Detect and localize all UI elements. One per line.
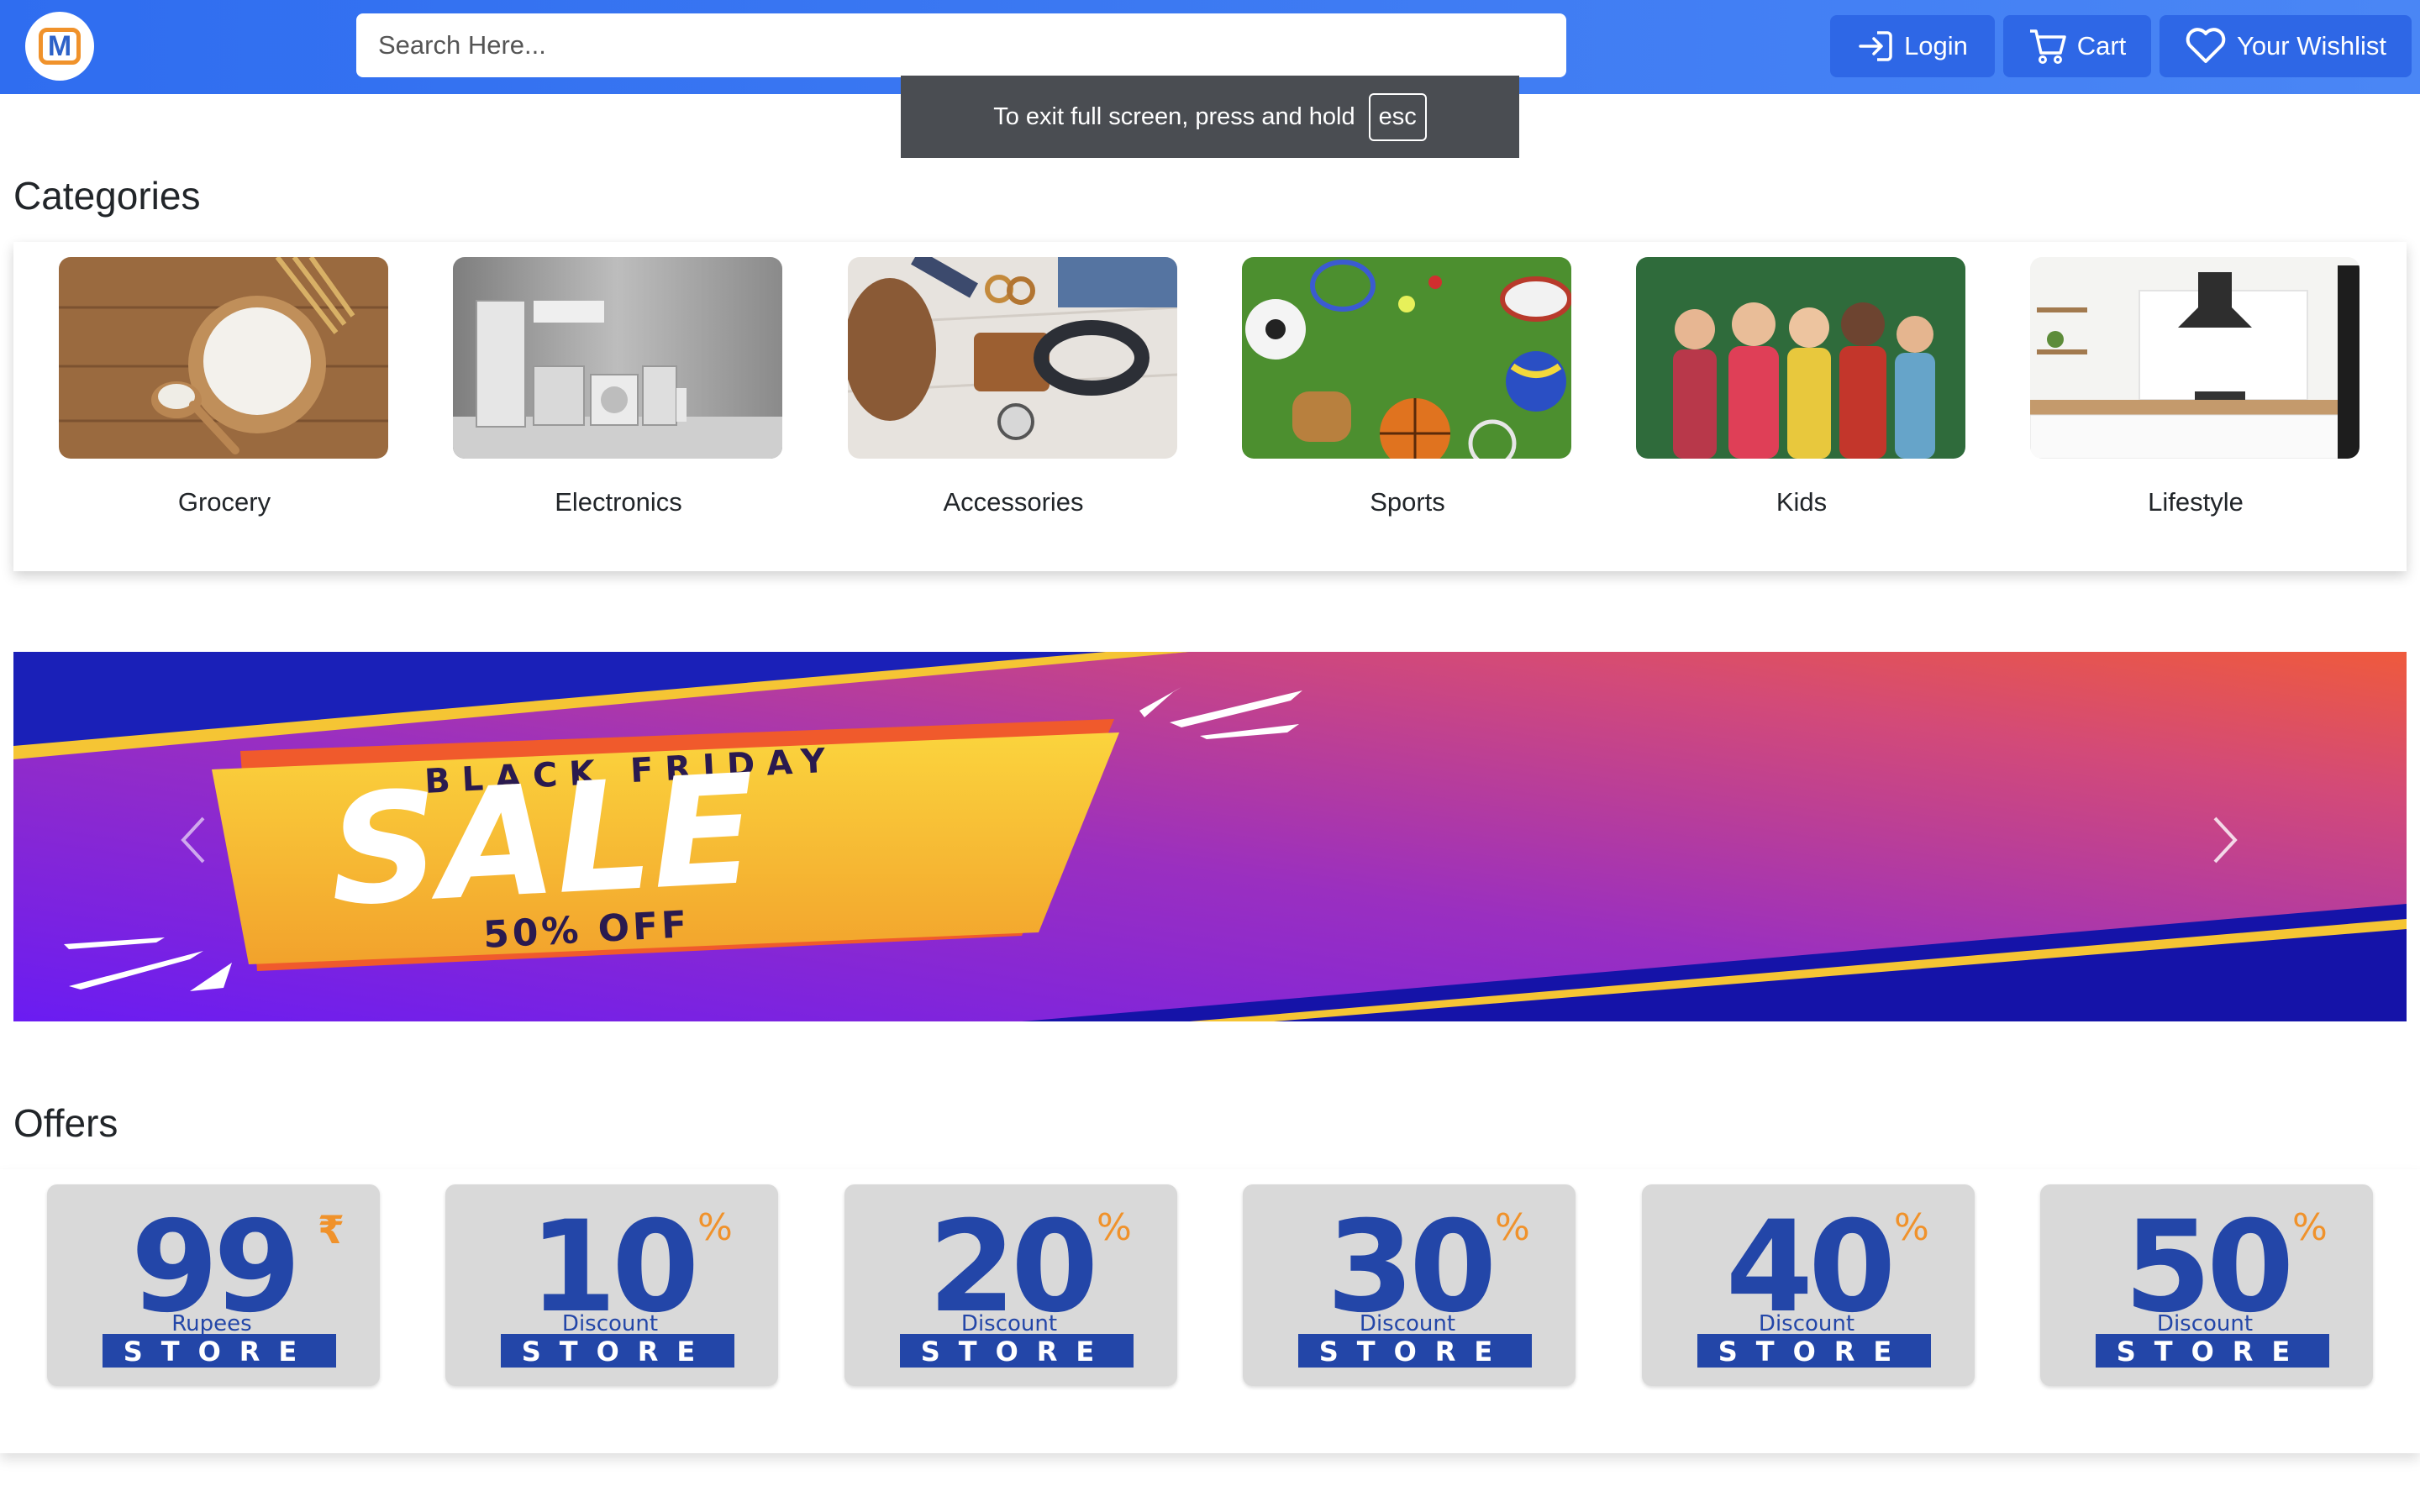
category-electronics[interactable]: Electronics: [453, 257, 784, 517]
percent-icon: %: [1495, 1206, 1530, 1249]
offer-store-label: STORE: [1319, 1336, 1512, 1368]
offer-subtitle: Discount: [2157, 1311, 2253, 1336]
offer-subtitle: Discount: [961, 1311, 1057, 1336]
cart-label: Cart: [2076, 31, 2127, 60]
heart-icon: [2186, 28, 2226, 63]
offer-subtitle: Rupees: [171, 1311, 251, 1336]
offer-card-20-discount[interactable]: 20 % Discount STORE: [844, 1184, 1177, 1386]
percent-icon: %: [697, 1206, 733, 1249]
fullscreen-notice-text: To exit full screen, press and hold: [993, 102, 1355, 130]
logo-mark: M: [39, 28, 81, 65]
category-kids[interactable]: Kids: [1636, 257, 1967, 517]
wishlist-button[interactable]: Your Wishlist: [2160, 15, 2412, 77]
offer-store-label: STORE: [921, 1336, 1113, 1368]
offers-title: Offers: [13, 1101, 118, 1145]
sale-banner-carousel[interactable]: BLACK FRIDAY SALE 50% OFF: [13, 652, 2407, 1021]
category-label: Lifestyle: [2148, 487, 2244, 517]
category-grocery[interactable]: Grocery: [59, 257, 390, 517]
offer-card-10-discount[interactable]: 10 % Discount STORE: [445, 1184, 778, 1386]
logo[interactable]: M: [25, 12, 94, 81]
category-label: Kids: [1776, 487, 1828, 517]
electronics-image: [453, 257, 782, 459]
carousel-prev-button[interactable]: [168, 806, 218, 874]
sports-image: [1242, 257, 1571, 459]
category-sports[interactable]: Sports: [1242, 257, 1573, 517]
offer-subtitle: Discount: [1360, 1311, 1455, 1336]
category-accessories[interactable]: Accessories: [848, 257, 1179, 517]
percent-icon: %: [1894, 1206, 1929, 1249]
carousel-next-button[interactable]: [2200, 806, 2250, 874]
grocery-image: [59, 257, 388, 459]
category-label: Accessories: [943, 487, 1084, 517]
offer-subtitle: Discount: [1759, 1311, 1854, 1336]
chevron-right-icon: [2213, 816, 2238, 864]
sale-banner-image: BLACK FRIDAY SALE 50% OFF: [13, 652, 2407, 1021]
percent-icon: %: [1097, 1206, 1132, 1249]
login-icon: [1859, 31, 1892, 61]
login-button[interactable]: Login: [1830, 15, 1995, 77]
offer-store-label: STORE: [124, 1336, 316, 1368]
categories-title: Categories: [13, 174, 201, 218]
rupee-icon: ₹: [318, 1207, 345, 1252]
category-label: Sports: [1370, 487, 1445, 517]
login-label: Login: [1904, 31, 1968, 60]
offer-store-label: STORE: [2117, 1336, 2309, 1368]
cart-icon: [2029, 29, 2066, 64]
percent-icon: %: [2292, 1206, 2328, 1249]
category-label: Grocery: [177, 487, 271, 517]
accessories-image: [848, 257, 1177, 459]
offer-store-label: STORE: [522, 1336, 714, 1368]
offer-card-30-discount[interactable]: 30 % Discount STORE: [1243, 1184, 1576, 1386]
offer-subtitle: Discount: [562, 1311, 658, 1336]
kids-image: [1636, 257, 1965, 459]
wishlist-label: Your Wishlist: [2236, 31, 2387, 60]
offer-store-label: STORE: [1718, 1336, 1911, 1368]
category-label: Electronics: [555, 487, 682, 517]
offer-card-40-discount[interactable]: 40 % Discount STORE: [1642, 1184, 1975, 1386]
category-lifestyle[interactable]: Lifestyle: [2030, 257, 2361, 517]
categories-panel: Grocery Electronics Accessories Sports K…: [13, 242, 2407, 571]
fullscreen-notice: To exit full screen, press and hold esc: [901, 76, 1519, 158]
chevron-left-icon: [181, 816, 205, 864]
offer-card-99-rupees[interactable]: 99 ₹ Rupees STORE: [47, 1184, 380, 1386]
search-input[interactable]: [356, 13, 1566, 77]
offer-card-50-discount[interactable]: 50 % Discount STORE: [2040, 1184, 2373, 1386]
lifestyle-image: [2030, 257, 2360, 459]
esc-key: esc: [1368, 92, 1427, 141]
cart-button[interactable]: Cart: [2003, 15, 2151, 77]
offers-panel: 99 ₹ Rupees STORE 10 % Discount STORE 20…: [0, 1169, 2420, 1453]
